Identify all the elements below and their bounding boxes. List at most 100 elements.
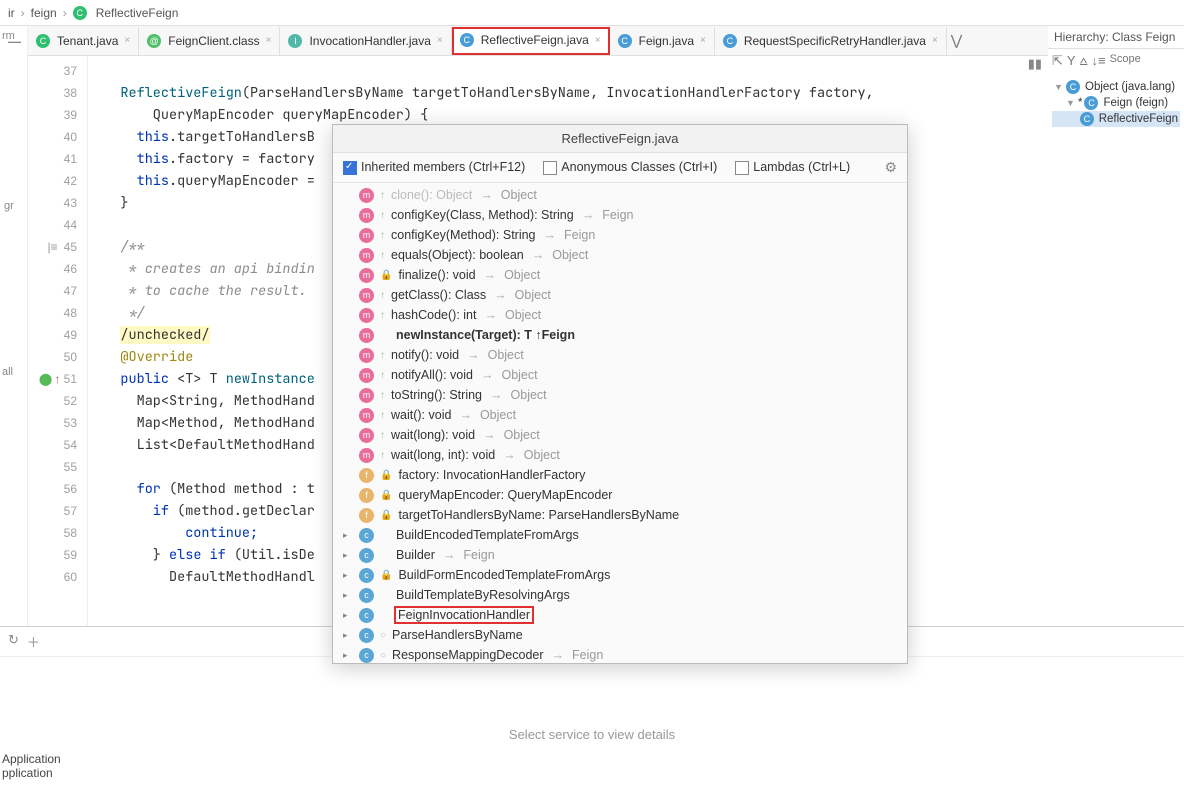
pause-icon[interactable]: ▮▮	[1028, 56, 1042, 72]
member-row[interactable]: f🔒queryMapEncoder: QueryMapEncoder	[333, 485, 907, 505]
tab-tenant[interactable]: CTenant.java×	[28, 27, 139, 55]
member-row[interactable]: m↑wait(long): void→Object	[333, 425, 907, 445]
crumb-seg[interactable]: ir	[8, 6, 15, 20]
member-row[interactable]: m↑wait(long, int): void→Object	[333, 445, 907, 465]
member-row[interactable]: ▸cBuildEncodedTemplateFromArgs	[333, 525, 907, 545]
hierarchy-tool-icon[interactable]: ⇱	[1052, 53, 1063, 69]
hierarchy-node[interactable]: ▼*CFeign (feign)	[1052, 95, 1180, 111]
interface-icon: I	[288, 34, 302, 48]
tab-label: InvocationHandler.java	[309, 34, 430, 48]
hierarchy-scope[interactable]: Scope	[1110, 53, 1141, 69]
close-icon[interactable]: ×	[700, 35, 706, 46]
chevron-right-icon: ›	[63, 6, 67, 20]
lock-icon: 🔒	[380, 270, 392, 281]
member-row[interactable]: f🔒targetToHandlersByName: ParseHandlersB…	[333, 505, 907, 525]
gutter-line: 50	[28, 346, 87, 368]
tab-feignclient[interactable]: @FeignClient.class×	[139, 27, 280, 55]
up-arrow-icon: ↑	[380, 390, 385, 401]
member-row[interactable]: f🔒factory: InvocationHandlerFactory	[333, 465, 907, 485]
close-icon[interactable]: ×	[932, 35, 938, 46]
gear-icon[interactable]: ⚙	[884, 159, 897, 176]
member-row[interactable]: mnewInstance(Target): T ↑Feign	[333, 325, 907, 345]
hierarchy-node[interactable]: CReflectiveFeign	[1052, 111, 1180, 127]
hierarchy-node[interactable]: ▼CObject (java.lang)	[1052, 79, 1180, 95]
checkbox-icon[interactable]	[735, 161, 749, 175]
tab-feign[interactable]: CFeign.java×	[610, 27, 715, 55]
tool-icon[interactable]: ↻	[8, 632, 19, 651]
member-row[interactable]: ▸cBuilder→Feign	[333, 545, 907, 565]
gutter-line: 48	[28, 302, 87, 324]
gutter-line: 43	[28, 192, 87, 214]
gutter-line: 42	[28, 170, 87, 192]
hierarchy-tool-icon[interactable]: ↓≡	[1091, 53, 1105, 69]
tab-label: RequestSpecificRetryHandler.java	[744, 34, 926, 48]
member-row[interactable]: ▸cBuildTemplateByResolvingArgs	[333, 585, 907, 605]
lock-icon: 🔒	[380, 510, 392, 521]
gutter-line: 56	[28, 478, 87, 500]
member-row[interactable]: m↑configKey(Method): String→Feign	[333, 225, 907, 245]
filter-lambdas[interactable]: Lambdas (Ctrl+L)	[735, 160, 850, 175]
gutter-line: 54	[28, 434, 87, 456]
filter-inherited[interactable]: Inherited members (Ctrl+F12)	[343, 160, 525, 175]
member-row[interactable]: m↑wait(): void→Object	[333, 405, 907, 425]
tab-retryhandler[interactable]: CRequestSpecificRetryHandler.java×	[715, 27, 947, 55]
class-icon: C	[1080, 112, 1094, 126]
field-icon: f	[359, 508, 374, 523]
up-arrow-icon: ↑	[380, 450, 385, 461]
member-row[interactable]: ▸c🔒BuildFormEncodedTemplateFromArgs	[333, 565, 907, 585]
member-row[interactable]: m↑notifyAll(): void→Object	[333, 365, 907, 385]
member-row[interactable]: m↑toString(): String→Object	[333, 385, 907, 405]
popup-member-list[interactable]: m↑clone(): Object→Objectm↑configKey(Clas…	[333, 183, 907, 663]
member-row[interactable]: ▸c○ParseHandlersByName	[333, 625, 907, 645]
editor-tabs: CTenant.java× @FeignClient.class× I Invoc…	[28, 26, 1048, 56]
hierarchy-tool-icon[interactable]: ⩟	[1080, 53, 1088, 69]
bottom-message: Select service to view details	[0, 657, 1184, 742]
class-icon: C	[36, 34, 50, 48]
up-arrow-icon: ↑	[380, 250, 385, 261]
method-icon: m	[359, 428, 374, 443]
crumb-seg[interactable]: feign	[31, 6, 57, 20]
left-gutter-tool: rm gr all	[0, 26, 28, 626]
method-icon: m	[359, 188, 374, 203]
run-item[interactable]: pplication	[2, 766, 61, 780]
chevron-right-icon: ›	[21, 6, 25, 20]
checkbox-icon[interactable]	[343, 161, 357, 175]
member-row[interactable]: m↑equals(Object): boolean→Object	[333, 245, 907, 265]
member-row[interactable]: ▸cFeignInvocationHandler	[333, 605, 907, 625]
crumb-seg[interactable]: ReflectiveFeign	[96, 6, 179, 20]
close-icon[interactable]: ×	[437, 35, 443, 46]
up-arrow-icon: ↑	[380, 350, 385, 361]
tool-icon[interactable]: ＋	[27, 632, 40, 651]
method-icon: m	[359, 268, 374, 283]
method-icon: m	[359, 368, 374, 383]
class-icon: c	[359, 628, 374, 643]
checkbox-icon[interactable]	[543, 161, 557, 175]
hierarchy-tree[interactable]: ▼CObject (java.lang) ▼*CFeign (feign) CR…	[1048, 73, 1184, 626]
annotation-icon: @	[147, 34, 161, 48]
breadcrumb: ir › feign › C ReflectiveFeign	[0, 0, 1184, 26]
close-icon[interactable]: ×	[595, 35, 601, 46]
popup-title: ReflectiveFeign.java	[333, 125, 907, 153]
member-row[interactable]: m↑configKey(Class, Method): String→Feign	[333, 205, 907, 225]
method-icon: m	[359, 448, 374, 463]
field-icon: f	[359, 468, 374, 483]
more-tabs-icon[interactable]: ⋁	[951, 32, 962, 49]
close-icon[interactable]: ×	[124, 35, 130, 46]
filter-anon[interactable]: Anonymous Classes (Ctrl+I)	[543, 160, 717, 175]
method-icon: m	[359, 308, 374, 323]
member-row[interactable]: m↑hashCode(): int→Object	[333, 305, 907, 325]
hierarchy-tool-icon[interactable]: Y	[1067, 53, 1076, 69]
class-icon: c	[359, 608, 374, 623]
close-icon[interactable]: ×	[266, 35, 272, 46]
code-line	[88, 60, 1048, 82]
member-row[interactable]: m↑notify(): void→Object	[333, 345, 907, 365]
member-row[interactable]: m↑clone(): Object→Object	[333, 185, 907, 205]
member-row[interactable]: m🔒finalize(): void→Object	[333, 265, 907, 285]
tab-reflectivefeign[interactable]: CReflectiveFeign.java×	[452, 27, 610, 55]
member-row[interactable]: ▸c○ResponseMappingDecoder→Feign	[333, 645, 907, 663]
class-icon: c	[359, 528, 374, 543]
member-row[interactable]: m↑getClass(): Class→Object	[333, 285, 907, 305]
run-item[interactable]: Application	[2, 752, 61, 766]
tab-invocationhandler[interactable]: I InvocationHandler.java ×	[280, 27, 451, 55]
gutter-line: 53	[28, 412, 87, 434]
